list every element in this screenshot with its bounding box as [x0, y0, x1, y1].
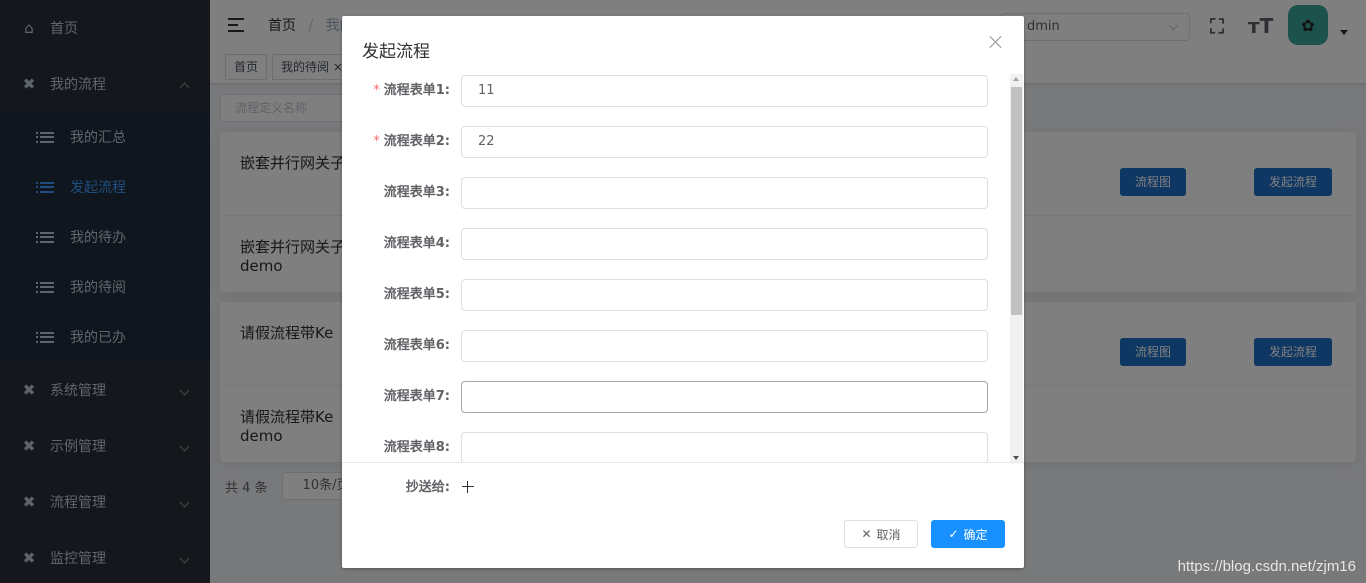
form-scrollbar[interactable] — [1010, 74, 1023, 462]
form-row: 流程表单8: — [342, 432, 992, 462]
cc-row: 抄送给: — [342, 478, 1024, 498]
confirm-button[interactable]: ✓ 确定 — [931, 520, 1005, 548]
form-row: 流程表单7: — [342, 381, 992, 413]
check-icon: ✓ — [948, 527, 959, 541]
form-row: 流程表单4: — [342, 228, 992, 260]
form-field-2-input[interactable]: 22 — [461, 126, 988, 158]
form-field-8-input[interactable] — [461, 432, 988, 462]
form-field-7-input[interactable] — [461, 381, 988, 413]
form-field-1-input[interactable]: 11 — [461, 75, 988, 107]
form-field-5-input[interactable] — [461, 279, 988, 311]
cc-label: 抄送给: — [405, 480, 450, 495]
cancel-button-label: 取消 — [876, 527, 901, 542]
form-row: 流程表单5: — [342, 279, 992, 311]
close-icon: ✕ — [861, 527, 872, 541]
start-process-dialog: 发起流程 * 流程表单1: 11 * 流程表单2: 22 流程表单3: 流程表单4:… — [342, 16, 1024, 568]
form-label: 流程表单7: — [383, 389, 450, 404]
form-field-6-input[interactable] — [461, 330, 988, 362]
watermark: https://blog.csdn.net/zjm16 — [1177, 558, 1356, 575]
form-field-3-input[interactable] — [461, 177, 988, 209]
form-label: 流程表单6: — [383, 338, 450, 353]
scroll-up-arrow-icon[interactable] — [1013, 77, 1019, 81]
form-row: * 流程表单2: 22 — [342, 126, 992, 158]
scrollbar-thumb[interactable] — [1011, 87, 1022, 315]
form-row: * 流程表单1: 11 — [342, 75, 992, 107]
form-row: 流程表单6: — [342, 330, 992, 362]
confirm-button-label: 确定 — [963, 527, 988, 542]
dialog-title: 发起流程 — [362, 42, 430, 62]
form-label: 流程表单5: — [383, 287, 450, 302]
form-label: * 流程表单1: — [373, 83, 450, 98]
form-label: * 流程表单2: — [373, 134, 450, 149]
add-cc-plus-icon[interactable] — [462, 481, 474, 493]
cancel-button[interactable]: ✕ 取消 — [844, 520, 918, 548]
required-mark: * — [373, 134, 380, 149]
form-scroll-area: * 流程表单1: 11 * 流程表单2: 22 流程表单3: 流程表单4: 流程表单… — [342, 74, 1024, 463]
form-label: 流程表单4: — [383, 236, 450, 251]
form-label: 流程表单8: — [383, 440, 450, 455]
form-field-4-input[interactable] — [461, 228, 988, 260]
form-row: 流程表单3: — [342, 177, 992, 209]
required-mark: * — [373, 83, 380, 98]
form-label: 流程表单3: — [383, 185, 450, 200]
scroll-down-arrow-icon[interactable] — [1013, 456, 1019, 460]
close-icon[interactable] — [990, 36, 1002, 48]
